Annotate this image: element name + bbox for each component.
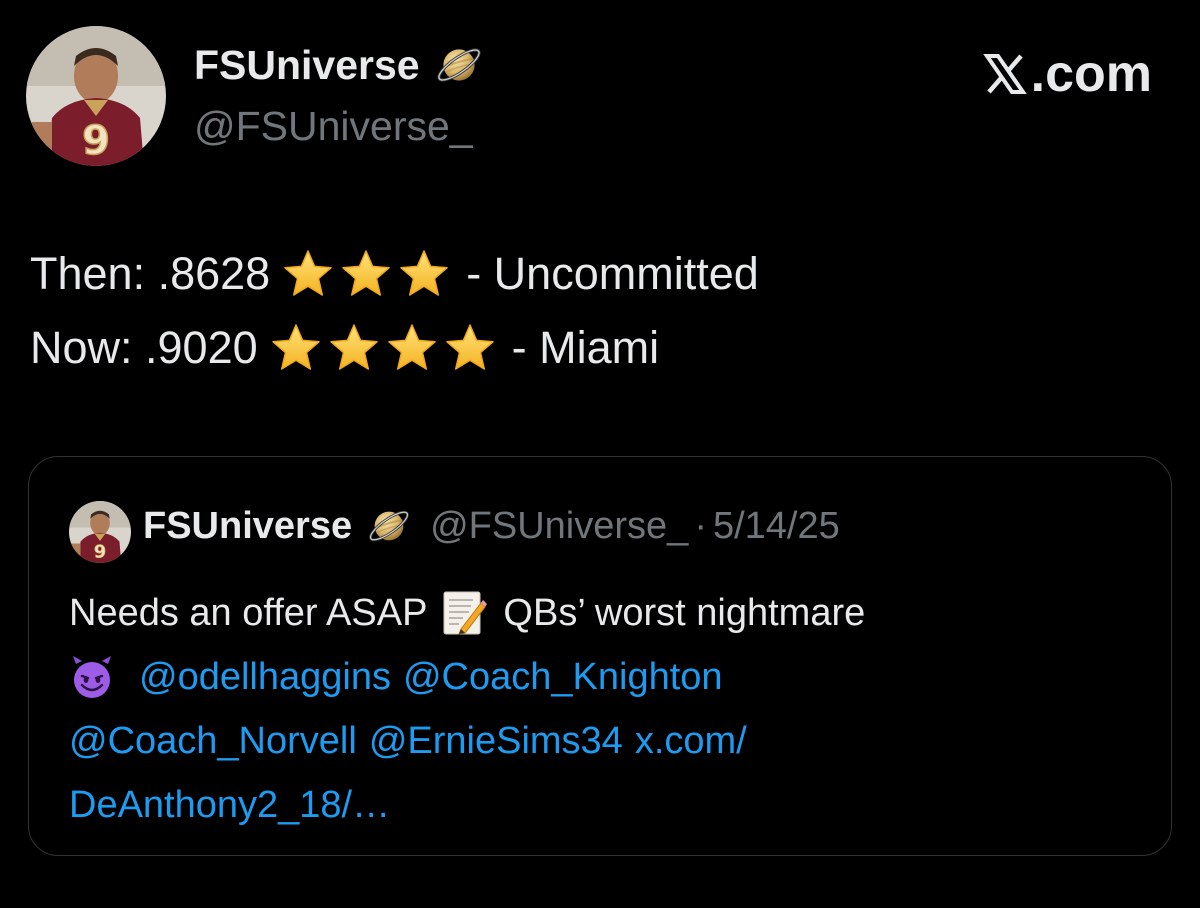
quote-text: Needs an offer ASAP QBs’ worst nightmare… — [69, 581, 1141, 837]
now-rating: Now: .9020 — [30, 322, 258, 373]
header-separator: · — [694, 504, 707, 547]
then-status: - Uncommitted — [466, 248, 759, 299]
author-name-text: FSUniverse — [194, 41, 420, 88]
quote-author-handle[interactable]: @FSUniverse_ — [430, 505, 688, 548]
saturn-icon — [434, 40, 484, 90]
author-avatar[interactable] — [26, 26, 166, 166]
memo-icon — [443, 591, 488, 635]
quote-text-line: @odellhaggins @Coach_Knighton — [69, 645, 1141, 709]
avatar-image — [69, 501, 131, 563]
quote-header: FSUniverse @FSUniverse_ · 5/14/25 — [143, 503, 840, 549]
quote-text-line: Needs an offer ASAP QBs’ worst nightmare — [69, 581, 1141, 645]
avatar-image — [26, 26, 166, 166]
mention-link[interactable]: @ErnieSims34 — [369, 709, 623, 773]
x-com-watermark: .com — [981, 44, 1152, 104]
now-status: - Miami — [511, 322, 660, 373]
url-link[interactable]: x.com/ — [635, 709, 747, 773]
mention-link[interactable]: @Coach_Norvell — [69, 709, 357, 773]
then-stars — [282, 248, 456, 300]
quoted-tweet-card[interactable]: FSUniverse @FSUniverse_ · 5/14/25 Needs … — [28, 456, 1172, 856]
now-stars — [270, 322, 502, 374]
x-logo-icon — [982, 54, 1027, 94]
quote-author-avatar[interactable] — [69, 501, 131, 563]
quote-text-part1: Needs an offer ASAP — [69, 592, 428, 634]
quote-text-part2: QBs’ worst nightmare — [503, 592, 866, 634]
star-icon — [340, 248, 392, 300]
then-rating: Then: .8628 — [30, 248, 271, 299]
saturn-icon — [366, 503, 412, 549]
quote-date[interactable]: 5/14/25 — [713, 505, 840, 548]
url-link-continued[interactable]: DeAnthony2_18/… — [69, 773, 390, 837]
author-handle[interactable]: @FSUniverse_ — [194, 103, 473, 150]
smiling-devil-icon — [73, 656, 111, 698]
mention-link[interactable]: @odellhaggins — [139, 645, 391, 709]
star-icon — [282, 248, 334, 300]
quote-author-name[interactable]: FSUniverse — [143, 505, 352, 548]
star-icon — [398, 248, 450, 300]
tweet-line-then: Then: .8628 - Uncommitted — [30, 248, 759, 300]
brand-text: .com — [1030, 45, 1152, 103]
quote-text-line: @Coach_Norvell @ErnieSims34 x.com/ — [69, 709, 1141, 773]
star-icon — [270, 322, 322, 374]
tweet-line-now: Now: .9020 - Miami — [30, 322, 659, 374]
star-icon — [444, 322, 496, 374]
star-icon — [328, 322, 380, 374]
quote-text-line: DeAnthony2_18/… — [69, 773, 1141, 837]
star-icon — [386, 322, 438, 374]
mention-link[interactable]: @Coach_Knighton — [403, 645, 723, 709]
author-display-name[interactable]: FSUniverse — [194, 40, 484, 90]
